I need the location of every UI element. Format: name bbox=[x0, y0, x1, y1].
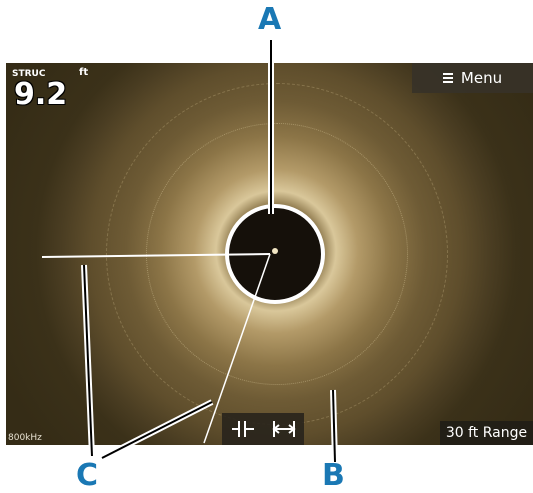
range-button-label: 30 ft Range bbox=[445, 425, 528, 441]
callout-a-label: A bbox=[258, 2, 282, 37]
transducer-ring bbox=[225, 204, 325, 304]
frequency-label: 800kHz bbox=[8, 433, 42, 443]
sonar-return-texture-inner bbox=[146, 123, 408, 385]
measure-start-button[interactable] bbox=[226, 415, 260, 443]
menu-button[interactable]: Menu bbox=[412, 63, 533, 93]
measure-distance-icon bbox=[271, 421, 296, 437]
hamburger-icon bbox=[442, 73, 453, 83]
depth-unit: ft bbox=[79, 67, 89, 78]
measure-start-icon bbox=[231, 421, 254, 437]
sonar-display[interactable]: STRUC ft 9.2 Menu 800kHz 30 ft Range bbox=[6, 63, 533, 445]
menu-button-label: Menu bbox=[460, 69, 503, 87]
callout-b-label: B bbox=[322, 458, 345, 493]
depth-readout: 9.2 bbox=[14, 77, 68, 112]
sonar-return-texture bbox=[106, 83, 448, 425]
measure-controls bbox=[222, 413, 304, 445]
measure-distance-button[interactable] bbox=[267, 415, 301, 443]
range-button[interactable]: 30 ft Range bbox=[440, 421, 533, 445]
callout-c-label: C bbox=[76, 458, 99, 493]
vessel-center-marker bbox=[272, 248, 278, 254]
